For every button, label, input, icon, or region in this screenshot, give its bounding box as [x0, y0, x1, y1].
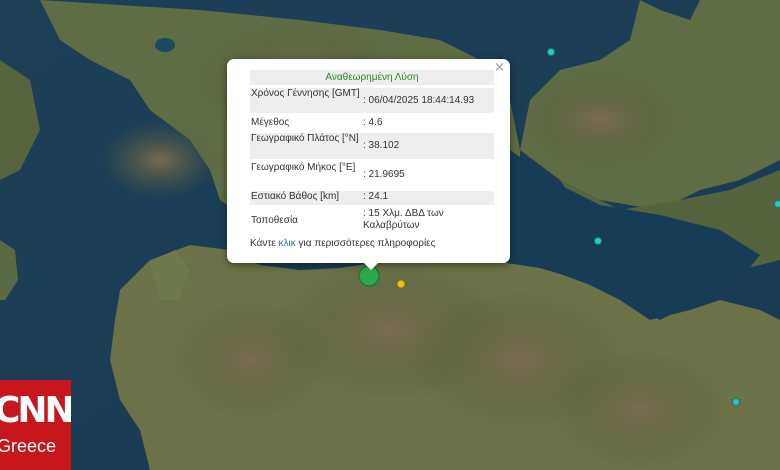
more-info-suffix: για περισσότερες πληροφορίες [298, 238, 436, 249]
more-info-prefix: Κάντε [250, 238, 276, 249]
info-row-origin-time: Χρόνος Γέννησης [GMT] : 06/04/2025 18:44… [250, 88, 494, 113]
cnn-greece-logo: CNN Greece [0, 380, 71, 470]
earthquake-marker[interactable] [547, 48, 555, 56]
info-value: : 15 Χλμ. ΔΒΔ των Καλαβρύτων [363, 208, 444, 231]
info-label: Γεωγραφικό Πλάτος [°N] [251, 133, 359, 144]
mountain-texture [520, 70, 680, 170]
earthquake-info-popup: × Αναθεωρημένη Λύση Χρόνος Γέννησης [GMT… [227, 59, 510, 263]
logo-text-greece: Greece [0, 436, 57, 456]
info-value: : 06/04/2025 18:44:14.93 [363, 95, 475, 106]
popup-title: Αναθεωρημένη Λύση [250, 70, 494, 85]
mountain-texture [100, 120, 220, 200]
more-info-line: Κάντε κλικ για περισσότερες πληροφορίες [250, 238, 435, 249]
info-row-magnitude: Μέγεθος : 4.6 [250, 117, 494, 131]
lake [155, 38, 175, 52]
info-value: : 24.1 [363, 191, 389, 202]
info-label: Τοποθεσία [251, 215, 298, 226]
more-info-link[interactable]: κλικ [279, 238, 296, 249]
info-value: : 21.9695 [363, 169, 405, 180]
info-value: : 38.102 [363, 140, 400, 151]
close-icon[interactable]: × [494, 61, 505, 74]
mountain-texture [550, 350, 730, 470]
info-row-latitude: Γεωγραφικό Πλάτος [°N] : 38.102 [250, 133, 494, 159]
info-row-location: Τοποθεσία : 15 Χλμ. ΔΒΔ των Καλαβρύτων [250, 208, 494, 234]
info-label: Εστιακό Βάθος [km] [251, 191, 340, 202]
mountain-texture [170, 300, 330, 420]
info-value: : 4.6 [363, 117, 383, 128]
info-label: Μέγεθος [251, 117, 290, 128]
popup-tail [363, 262, 379, 270]
earthquake-marker[interactable] [732, 398, 740, 406]
earthquake-marker[interactable] [396, 279, 406, 289]
info-label: Χρόνος Γέννησης [GMT] [251, 88, 360, 99]
earthquake-marker[interactable] [774, 200, 780, 208]
info-row-longitude: Γεωγραφικό Μήκος [°E] : 21.9695 [250, 162, 494, 188]
info-row-depth: Εστιακό Βάθος [km] : 24.1 [250, 191, 494, 205]
info-label: Γεωγραφικό Μήκος [°E] [251, 162, 356, 173]
logo-text-cnn: CNN [0, 390, 71, 431]
earthquake-marker[interactable] [594, 237, 602, 245]
